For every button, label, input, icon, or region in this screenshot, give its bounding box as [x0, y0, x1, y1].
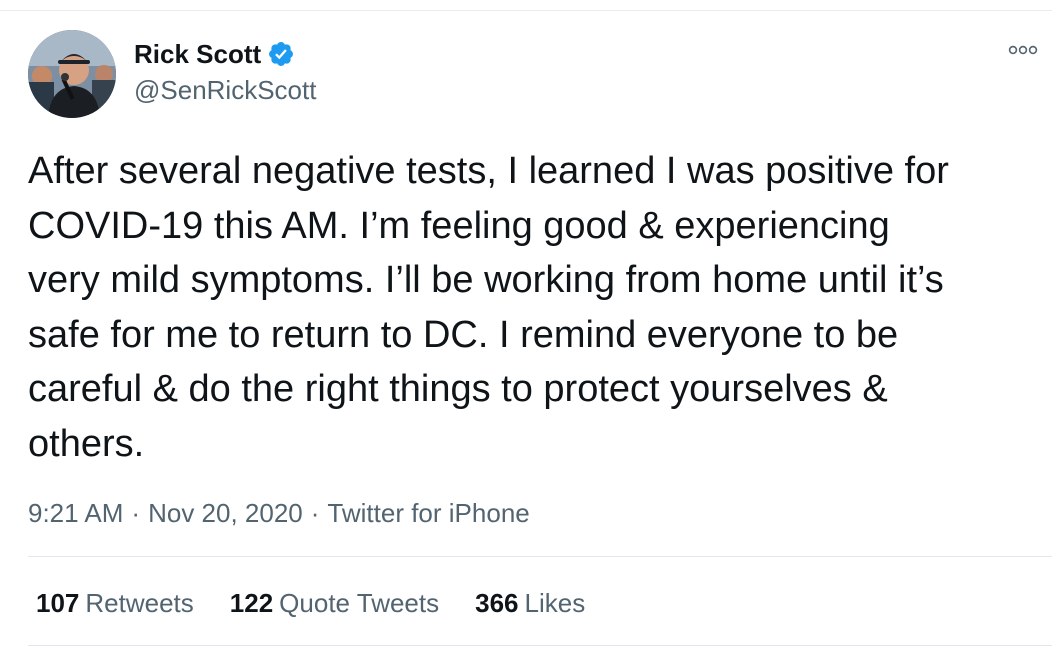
tweet-text: After several negative tests, I learned …: [28, 150, 949, 465]
tweet-time[interactable]: 9:21 AM: [28, 498, 123, 528]
stats-divider-bottom: [28, 645, 1052, 646]
author-handle[interactable]: @SenRickScott: [134, 72, 316, 108]
engagement-stats: 107 Retweets 122 Quote Tweets 366 Likes: [36, 585, 621, 621]
tweet-date[interactable]: Nov 20, 2020: [148, 498, 303, 528]
retweets-count: 107: [36, 588, 80, 618]
author-name-row: Rick Scott: [134, 38, 316, 70]
tweet-author[interactable]: Rick Scott @SenRickScott: [134, 38, 316, 108]
meta-separator: ·: [131, 498, 141, 528]
quote-tweets-label: Quote Tweets: [279, 588, 440, 618]
author-display-name[interactable]: Rick Scott: [134, 38, 261, 70]
quote-tweets-stat[interactable]: 122 Quote Tweets: [230, 585, 439, 621]
quote-tweets-count: 122: [229, 588, 274, 618]
avatar[interactable]: [28, 30, 116, 118]
likes-label: Likes: [524, 588, 586, 618]
meta-separator: ·: [310, 498, 320, 528]
tweet-source[interactable]: Twitter for iPhone: [327, 498, 529, 528]
profile-photo: [28, 30, 116, 118]
likes-count: 366: [475, 588, 519, 618]
top-divider: [0, 10, 1052, 11]
more-options-icon[interactable]: [1008, 40, 1038, 60]
tweet-metadata: 9:21 AM · Nov 20, 2020 · Twitter for iPhone: [28, 495, 530, 531]
retweets-label: Retweets: [85, 588, 194, 618]
likes-stat[interactable]: 366 Likes: [475, 585, 585, 621]
verified-badge-icon: [267, 40, 295, 68]
retweets-stat[interactable]: 107 Retweets: [36, 585, 194, 621]
stats-divider-top: [28, 556, 1052, 557]
